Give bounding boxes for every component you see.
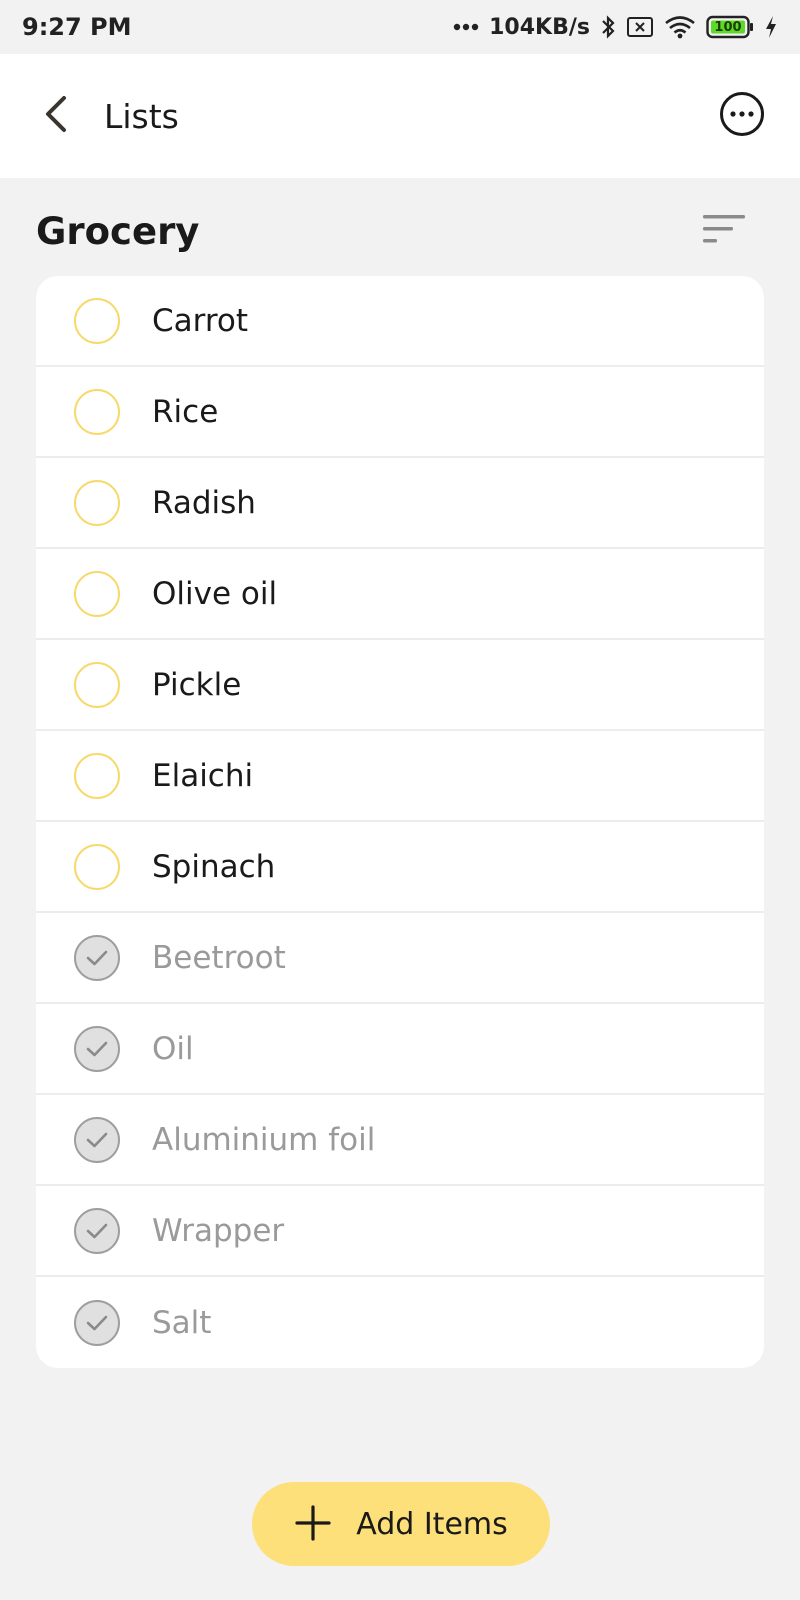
battery-icon: 100 <box>706 15 754 39</box>
sim-x-icon <box>626 16 654 38</box>
unchecked-checkbox[interactable] <box>74 570 120 617</box>
list-item-label: Aluminium foil <box>152 1121 376 1158</box>
list-item-label: Olive oil <box>152 575 278 612</box>
sort-button[interactable] <box>700 207 748 255</box>
list-item-label: Radish <box>152 484 256 521</box>
list-item[interactable]: Aluminium foil <box>36 1095 764 1186</box>
checked-checkbox[interactable] <box>74 934 120 981</box>
bluetooth-icon <box>600 14 616 40</box>
status-time: 9:27 PM <box>22 13 132 41</box>
unchecked-checkbox[interactable] <box>74 843 120 890</box>
grocery-list-card: Carrot Rice Radish Olive oil Pickle Elaichi Sp… <box>36 276 764 1368</box>
unchecked-checkbox[interactable] <box>74 388 120 435</box>
list-item-label: Rice <box>152 393 219 430</box>
app-bar-left: Lists <box>34 94 179 138</box>
add-items-button[interactable]: Add Items <box>252 1482 550 1566</box>
list-item-label: Spinach <box>152 848 276 885</box>
list-title: Grocery <box>36 209 200 253</box>
list-item-label: Elaichi <box>152 757 254 794</box>
checkmark-icon <box>84 1221 110 1241</box>
checked-checkbox[interactable] <box>74 1299 120 1346</box>
list-item[interactable]: Rice <box>36 367 764 458</box>
status-icons: 104KB/s 100 <box>453 14 778 40</box>
checkmark-icon <box>84 1313 110 1333</box>
checked-checkbox[interactable] <box>74 1025 120 1072</box>
list-item-label: Beetroot <box>152 939 286 976</box>
list-item-label: Wrapper <box>152 1212 285 1249</box>
checkmark-icon <box>84 948 110 968</box>
plus-icon <box>294 1504 332 1545</box>
wifi-icon <box>664 15 696 39</box>
unchecked-checkbox[interactable] <box>74 479 120 526</box>
status-bar: 9:27 PM 104KB/s 100 <box>0 0 800 54</box>
checked-checkbox[interactable] <box>74 1116 120 1163</box>
list-item[interactable]: Oil <box>36 1004 764 1095</box>
list-item[interactable]: Elaichi <box>36 731 764 822</box>
list-item[interactable]: Carrot <box>36 276 764 367</box>
list-item-label: Salt <box>152 1304 212 1341</box>
more-options-button[interactable] <box>718 92 766 140</box>
app-bar: Lists <box>0 54 800 178</box>
list-item[interactable]: Pickle <box>36 640 764 731</box>
unchecked-checkbox[interactable] <box>74 661 120 708</box>
checkmark-icon <box>84 1130 110 1150</box>
list-item[interactable]: Salt <box>36 1277 764 1368</box>
list-item[interactable]: Olive oil <box>36 549 764 640</box>
list-item-label: Pickle <box>152 666 242 703</box>
list-item[interactable]: Radish <box>36 458 764 549</box>
list-item[interactable]: Wrapper <box>36 1186 764 1277</box>
battery-level: 100 <box>714 19 742 35</box>
sort-icon <box>703 214 745 248</box>
checked-checkbox[interactable] <box>74 1207 120 1254</box>
back-arrow-icon <box>42 94 70 138</box>
charging-bolt-icon <box>764 15 778 39</box>
more-options-icon <box>719 91 765 141</box>
list-item[interactable]: Beetroot <box>36 913 764 1004</box>
checkmark-icon <box>84 1039 110 1059</box>
back-button[interactable] <box>34 94 78 138</box>
list-header: Grocery <box>36 196 748 266</box>
page-title: Lists <box>104 96 179 136</box>
list-item[interactable]: Spinach <box>36 822 764 913</box>
net-speed: 104KB/s <box>489 14 590 40</box>
list-item-label: Carrot <box>152 302 249 339</box>
list-item-label: Oil <box>152 1030 194 1067</box>
unchecked-checkbox[interactable] <box>74 752 120 799</box>
add-items-label: Add Items <box>356 1506 508 1542</box>
signal-dots-icon <box>453 22 479 32</box>
unchecked-checkbox[interactable] <box>74 297 120 344</box>
